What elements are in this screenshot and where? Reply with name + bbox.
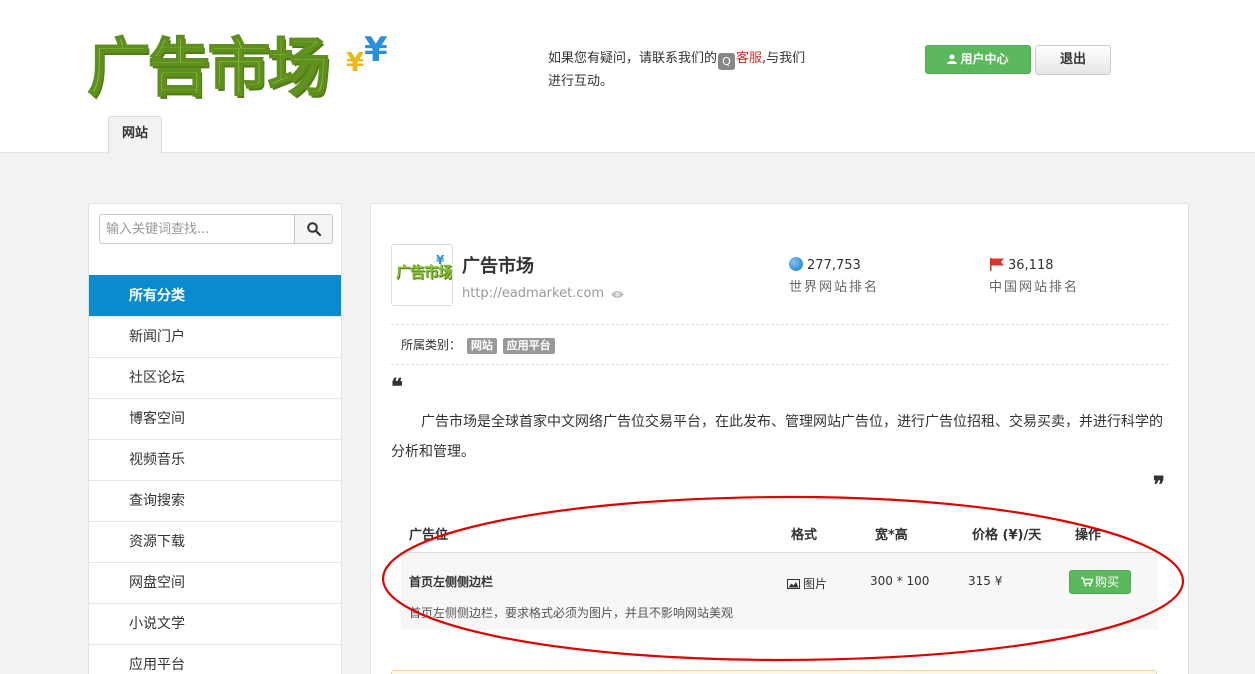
thumb-yen-icon: ¥ [436, 253, 445, 267]
site-name: 广告市场 [462, 256, 534, 277]
china-rank: 36,118 中国网站排名 [989, 256, 1079, 295]
buy-button[interactable]: 购买 [1069, 570, 1131, 594]
user-center-button[interactable]: 用户中心 [925, 45, 1031, 74]
tab-website[interactable]: 网站 [108, 116, 162, 154]
category-item-search[interactable]: 查询搜索 [89, 480, 341, 521]
china-rank-value: 36,118 [1008, 258, 1054, 273]
category-item-novel[interactable]: 小说文学 [89, 603, 341, 644]
logo-yen-icon: ¥ [364, 30, 388, 70]
flag-icon [990, 258, 1004, 271]
category-badge[interactable]: 应用平台 [502, 338, 555, 354]
china-rank-label: 中国网站排名 [989, 280, 1080, 295]
ad-format: 图片 [787, 575, 827, 592]
ad-table-row: 首页左侧侧边栏 首页左侧侧边栏，要求格式必须为图片，并且不影响网站美观 图片 3… [401, 553, 1158, 630]
ad-title: 首页左侧侧边栏 [409, 575, 494, 589]
category-badge[interactable]: 网站 [466, 338, 497, 354]
globe-icon [789, 257, 803, 271]
page-header: 广告市场 ¥ ¥ 如果您有疑问，请联系我们的 Q 客服,与我们进行互动。 用户中心 … [0, 0, 1255, 154]
cart-icon [1080, 577, 1093, 587]
world-rank-label: 世界网站排名 [789, 280, 880, 295]
divider [391, 324, 1169, 325]
category-label: 所属类别： [401, 338, 462, 352]
qq-penguin-icon[interactable]: Q [718, 53, 736, 70]
header-action: 操作 [1075, 528, 1102, 543]
category-item-news[interactable]: 新闻门户 [89, 316, 341, 357]
category-item-download[interactable]: 资源下载 [89, 521, 341, 562]
ad-table-header: 广告位 格式 宽*高 价格 (¥)/天 操作 [401, 519, 1158, 553]
logout-button[interactable]: 退出 [1035, 45, 1111, 75]
quote-close-icon: ❞ [1153, 472, 1165, 498]
logo-yen-icon: ¥ [346, 48, 365, 78]
site-detail-panel: 广告市场 ¥ 广告市场 http://eadmarket.com 277,753… [370, 203, 1189, 674]
contact-prefix: 如果您有疑问，请联系我们的 [548, 51, 718, 66]
ad-format-text: 图片 [803, 577, 828, 591]
customer-service-link[interactable]: 客服 [736, 51, 762, 66]
ad-size: 300 * 100 [870, 574, 930, 588]
eye-icon [611, 291, 624, 298]
notice-bar [391, 670, 1157, 674]
quote-open-icon: ❝ [391, 374, 403, 400]
site-thumbnail[interactable]: 广告市场 ¥ [391, 244, 453, 306]
category-item-all[interactable]: 所有分类 [89, 275, 341, 316]
site-url-text: http://eadmarket.com [462, 286, 605, 301]
picture-icon [787, 579, 800, 589]
search-button[interactable] [294, 214, 333, 244]
user-icon [947, 54, 958, 64]
header-size: 宽*高 [875, 528, 908, 543]
site-description: 广告市场是全球首家中文网络广告位交易平台，在此发布、管理网站广告位，进行广告位招… [391, 414, 1163, 460]
contact-info: 如果您有疑问，请联系我们的 Q 客服,与我们进行互动。 [548, 47, 810, 93]
search-input[interactable] [99, 214, 295, 244]
header-format: 格式 [791, 528, 818, 543]
category-item-forum[interactable]: 社区论坛 [89, 357, 341, 398]
user-center-label: 用户中心 [960, 52, 1009, 66]
buy-label: 购买 [1094, 575, 1119, 589]
category-item-cloud-disk[interactable]: 网盘空间 [89, 562, 341, 603]
category-item-app-platform[interactable]: 应用平台 [89, 644, 341, 674]
category-list: 所有分类 新闻门户 社区论坛 博客空间 视频音乐 查询搜索 资源下载 网盘空间 … [89, 275, 341, 674]
search-icon [307, 222, 321, 236]
ad-description: 首页左侧侧边栏，要求格式必须为图片，并且不影响网站美观 [409, 606, 734, 620]
header-price: 价格 (¥)/天 [972, 528, 1042, 543]
header-position: 广告位 [409, 528, 449, 543]
ad-price: 315 ¥ [968, 574, 1003, 588]
site-url[interactable]: http://eadmarket.com [462, 286, 624, 301]
category-item-blog[interactable]: 博客空间 [89, 398, 341, 439]
category-sidebar: 所有分类 新闻门户 社区论坛 博客空间 视频音乐 查询搜索 资源下载 网盘空间 … [88, 203, 342, 674]
world-rank-value: 277,753 [807, 258, 861, 273]
site-categories: 所属类别： 网站 应用平台 [401, 336, 555, 354]
divider [391, 364, 1169, 365]
site-logo[interactable]: 广告市场 ¥ ¥ [87, 28, 418, 108]
search-box [99, 214, 333, 245]
logo-text: 广告市场 [87, 30, 331, 105]
world-rank: 277,753 世界网站排名 [789, 256, 879, 295]
category-item-video-music[interactable]: 视频音乐 [89, 439, 341, 480]
